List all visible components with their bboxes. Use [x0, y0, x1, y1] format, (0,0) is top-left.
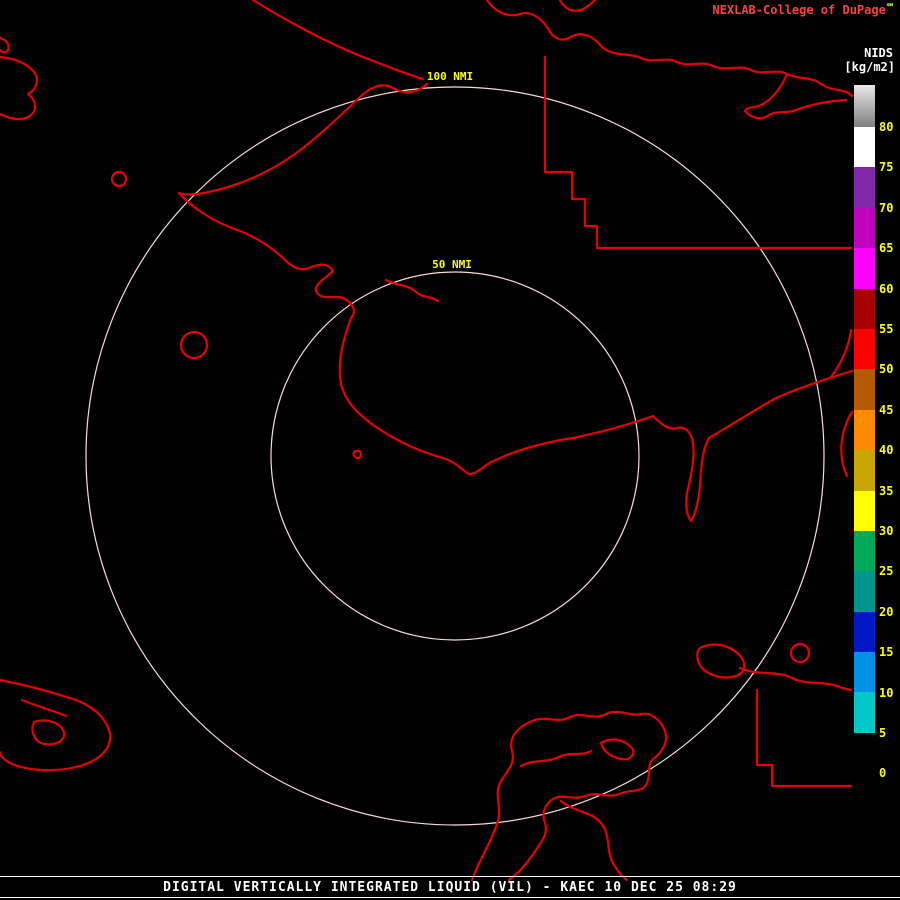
range-ring-label-100nmi: 100 NMI — [423, 70, 477, 83]
colorbar-segment-65-70 — [854, 207, 875, 249]
lake-ring-left-small — [110, 170, 128, 188]
scale-title: NIDS — [864, 46, 893, 60]
range-ring-label-50nmi: 50 NMI — [429, 258, 475, 271]
brand-name: NEXLAB-College of DuPage — [712, 3, 886, 17]
colorbar-segment-60-65 — [854, 248, 875, 289]
colorbar-segment-10-15 — [854, 652, 875, 693]
coastline-inlet-east — [651, 369, 854, 523]
coastline-east-fork — [829, 328, 853, 379]
brand-text: NEXLAB-College of DuPage℠ — [712, 3, 895, 17]
colorbar-segment-55-60 — [854, 288, 875, 329]
colorbar-segment-70-75 — [854, 167, 875, 208]
coastline-south-peninsula — [470, 710, 668, 882]
range-ring-50nmi — [270, 271, 640, 641]
colorbar-segment-25-30 — [854, 530, 875, 572]
colorbar-segment-75-80 — [854, 127, 875, 168]
island-bottomright — [696, 643, 746, 679]
status-bar: DIGITAL VERTICALLY INTEGRATED LIQUID (VI… — [0, 876, 900, 898]
colorbar-segment-35-40 — [854, 450, 875, 491]
colorbar-segment-20-25 — [854, 571, 875, 612]
coastline-right-edge — [840, 410, 854, 478]
service-mark-icon: ℠ — [885, 3, 895, 13]
coastline-topright-branch — [743, 72, 848, 120]
coastline-bottomright — [738, 666, 853, 692]
range-ring-100nmi — [85, 86, 825, 826]
lake-ring-left — [179, 330, 209, 360]
lake-bottomleft — [31, 719, 66, 746]
lake-ring-bottomright — [789, 642, 811, 664]
colorbar — [854, 85, 875, 774]
lake-south-peninsula — [599, 738, 635, 761]
river-bottomleft — [20, 698, 68, 718]
colorbar-segment-45-50 — [854, 369, 875, 410]
island-small-center — [352, 449, 362, 460]
colorbar-segment-30-35 — [854, 490, 875, 531]
coastline-peninsula-detail — [384, 278, 440, 303]
colorbar-segment-5-10 — [854, 692, 875, 733]
colorbar-segment-0-5 — [854, 732, 875, 774]
state-boundary-north — [543, 55, 853, 250]
river-south-peninsula — [519, 749, 593, 768]
coastline-south-tail — [559, 799, 629, 882]
range-rings — [85, 86, 825, 826]
colorbar-segment-50-55 — [854, 328, 875, 370]
map-outlines — [0, 0, 854, 882]
scale-units: [kg/m2] — [844, 60, 895, 74]
island-topleft — [0, 55, 38, 121]
product-status-text: DIGITAL VERTICALLY INTEGRATED LIQUID (VI… — [163, 879, 737, 895]
coastline-northwest — [177, 0, 655, 476]
radar-viewer: 100 NMI 50 NMI NEXLAB-College of DuPage℠… — [0, 0, 900, 900]
colorbar-segment-15-20 — [854, 611, 875, 653]
colorbar-segment-80+ — [854, 85, 875, 127]
radar-map — [0, 0, 854, 882]
island-bottomleft — [0, 678, 112, 772]
island-topleft-small — [0, 36, 10, 54]
state-boundary-southeast — [755, 688, 853, 788]
coastline-top-blob — [558, 0, 597, 12]
colorbar-segment-40-45 — [854, 409, 875, 451]
